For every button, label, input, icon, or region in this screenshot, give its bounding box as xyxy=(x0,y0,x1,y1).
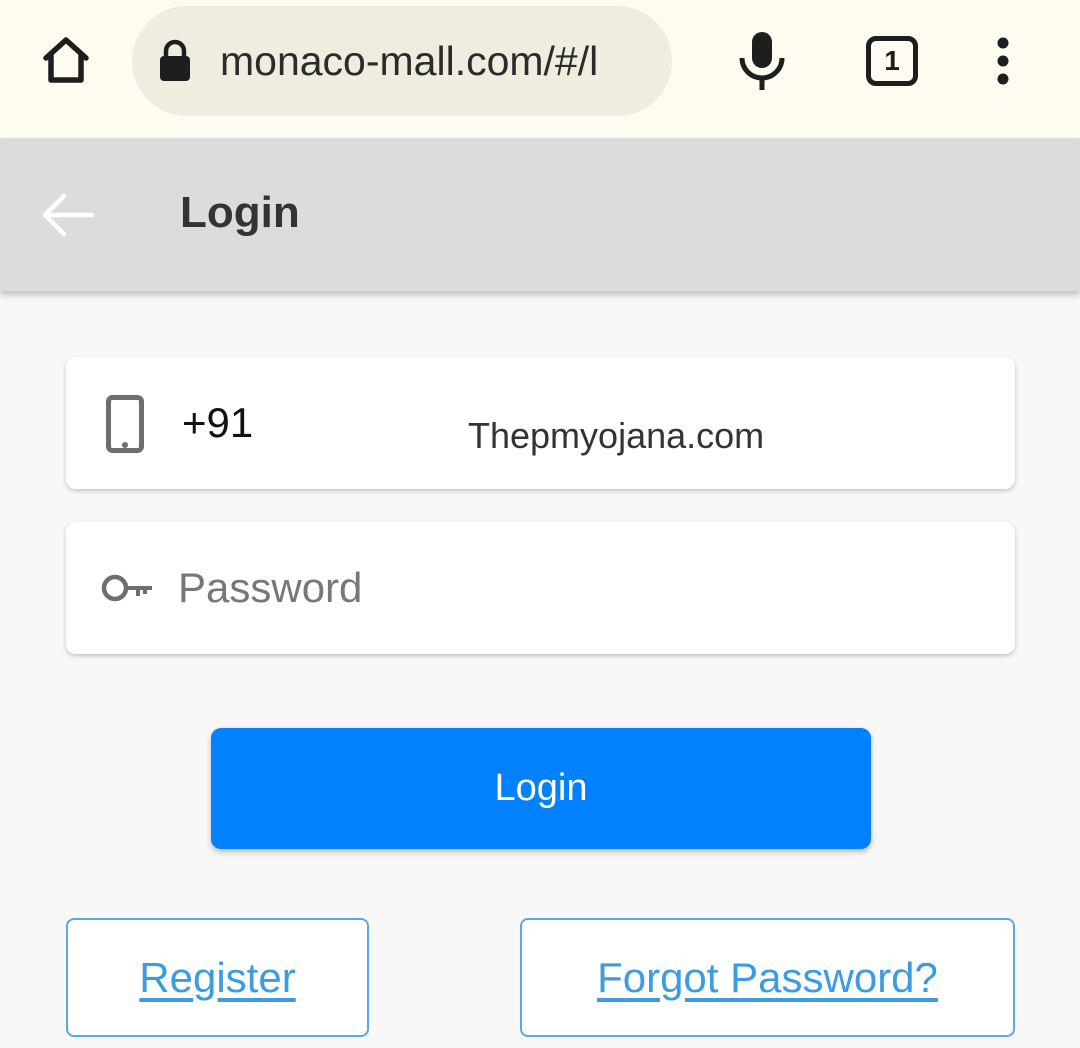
forgot-password-button[interactable]: Forgot Password? xyxy=(520,918,1015,1037)
password-field[interactable] xyxy=(66,522,1015,654)
arrow-left-icon[interactable] xyxy=(40,190,96,240)
mic-icon[interactable] xyxy=(734,30,790,92)
app-header: Login xyxy=(0,138,1080,291)
register-link[interactable]: Register xyxy=(139,954,295,1002)
login-button[interactable]: Login xyxy=(211,728,871,849)
register-button[interactable]: Register xyxy=(66,918,369,1037)
key-icon xyxy=(101,574,152,602)
browser-toolbar: monaco-mall.com/#/l 1 xyxy=(0,0,1080,138)
password-input[interactable] xyxy=(178,552,978,624)
page-title: Login xyxy=(180,188,300,237)
address-bar[interactable]: monaco-mall.com/#/l xyxy=(132,6,672,116)
tabs-button[interactable]: 1 xyxy=(866,36,918,86)
url-text: monaco-mall.com/#/l xyxy=(220,37,599,84)
country-code: +91 xyxy=(182,399,254,446)
login-button-label: Login xyxy=(494,767,588,809)
tab-count: 1 xyxy=(884,45,900,76)
phone-field[interactable]: +91 Thepmyojana.com xyxy=(66,357,1015,489)
lock-icon xyxy=(160,39,190,81)
more-vert-icon[interactable] xyxy=(988,36,1018,86)
phone-input-value: Thepmyojana.com xyxy=(468,415,765,456)
forgot-password-link[interactable]: Forgot Password? xyxy=(597,954,938,1002)
smartphone-icon xyxy=(106,395,144,453)
home-button[interactable] xyxy=(36,30,96,90)
home-icon xyxy=(43,37,89,83)
